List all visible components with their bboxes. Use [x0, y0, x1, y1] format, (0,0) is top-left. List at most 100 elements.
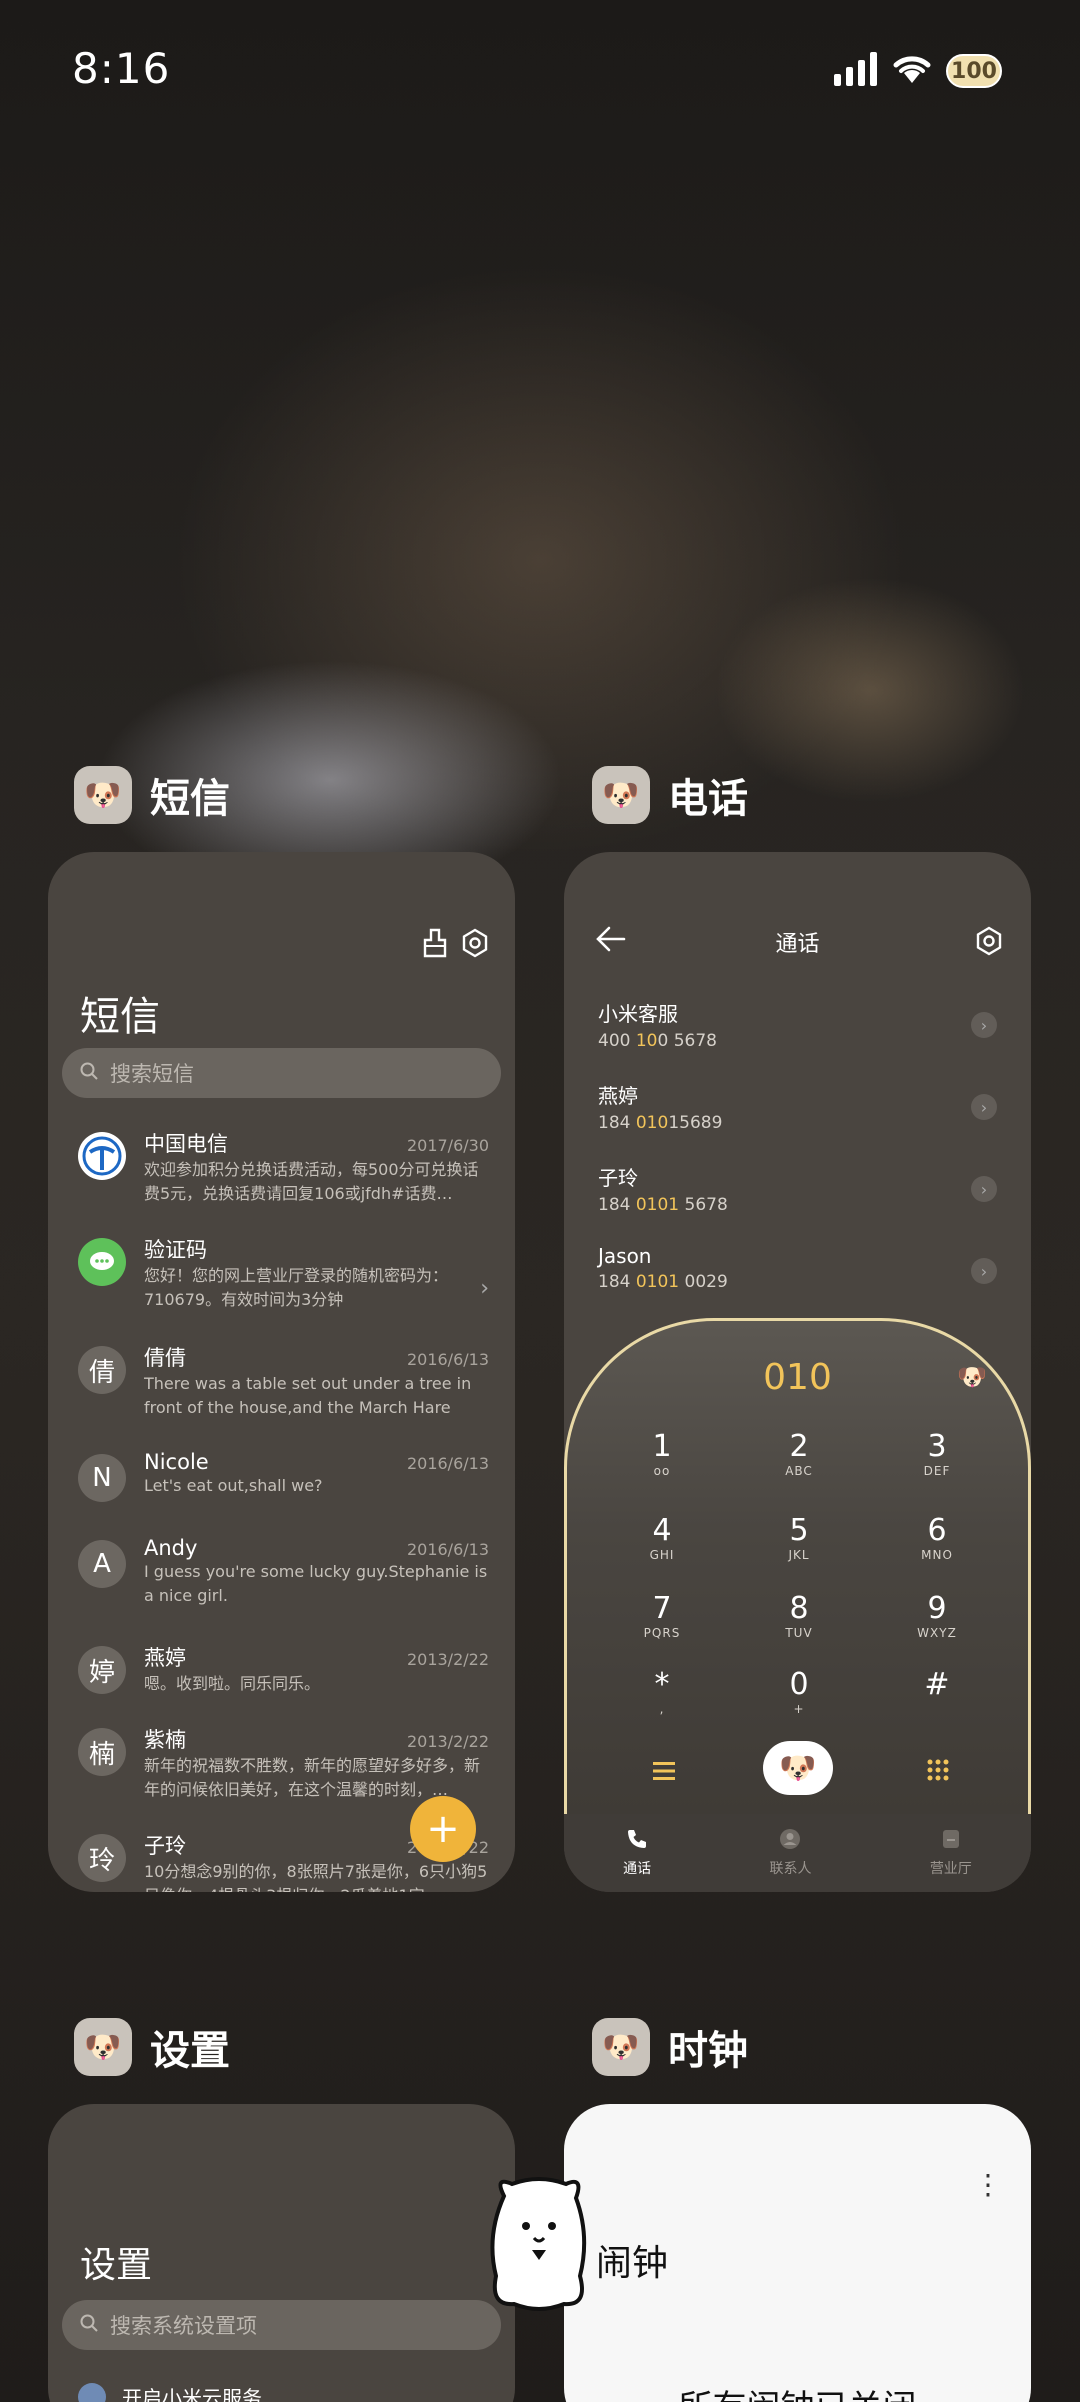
message-sender: 验证码: [144, 1238, 207, 1262]
clock-app-card[interactable]: ⋮ 闹钟 所有闹钟已关闭: [564, 2104, 1031, 2402]
contact-suggestion[interactable]: 小米客服 400 100 5678 ›: [598, 998, 997, 1068]
sms-page-title: 短信: [80, 994, 160, 1040]
clock-app-name: 时钟: [668, 2028, 748, 2074]
message-item[interactable]: 验证码 您好！您的网上营业厅登录的随机密码为：710679。有效时间为3分钟 ›: [78, 1234, 489, 1320]
search-placeholder: 搜索系统设置项: [110, 2314, 257, 2338]
tab-business-hall[interactable]: 营业厅: [930, 1828, 972, 1878]
contact-number: 184 0101 0029: [598, 1272, 728, 1292]
message-date: 2013/2/22: [406, 1732, 489, 1751]
cloud-icon: [78, 2382, 106, 2402]
settings-gear-icon[interactable]: [974, 926, 1004, 960]
contact-number: 400 100 5678: [598, 1031, 717, 1051]
message-date: 2016/6/13: [406, 1454, 489, 1473]
message-sender: 紫楠: [144, 1728, 186, 1752]
search-placeholder: 搜索短信: [110, 1062, 194, 1086]
phone-app-icon: 🐶: [592, 766, 650, 824]
chevron-right-icon: ›: [480, 1275, 489, 1301]
settings-search-input[interactable]: 搜索系统设置项: [62, 2300, 501, 2350]
sms-search-input[interactable]: 搜索短信: [62, 1048, 501, 1098]
contact-suggestion[interactable]: Jason 184 0101 0029 ›: [598, 1244, 997, 1314]
phone-page-title: 通话: [775, 932, 820, 957]
contact-avatar: N: [78, 1454, 126, 1502]
chevron-right-icon[interactable]: ›: [971, 1258, 997, 1284]
contact-avatar: 婷: [78, 1646, 126, 1694]
contact-suggestion[interactable]: 子玲 184 0101 5678 ›: [598, 1162, 997, 1232]
contact-avatar: 玲: [78, 1834, 126, 1882]
message-item[interactable]: 楠 紫楠 2013/2/22 新年的祝福数不胜数，新年的愿望好多好多，新年的问候依…: [78, 1724, 489, 1810]
contact-number: 184 01015689: [598, 1113, 723, 1133]
phone-icon: [626, 1828, 648, 1854]
dial-key-7[interactable]: 7 PQRS: [607, 1591, 717, 1640]
status-time: 8:16: [72, 44, 171, 93]
dog-sticker-icon: 🐶: [957, 1363, 987, 1391]
phone-app-card[interactable]: 通话 小米客服 400 100 5678 › 燕婷 184 01015689 ›…: [564, 852, 1031, 1892]
menu-icon[interactable]: [653, 1761, 675, 1785]
clock-app-header[interactable]: 🐶 时钟: [592, 2018, 748, 2076]
china-telecom-logo-icon: [78, 1132, 126, 1180]
message-item[interactable]: 倩 倩倩 2016/6/13 There was a table set out …: [78, 1342, 489, 1428]
tab-calls[interactable]: 通话: [623, 1828, 651, 1878]
more-options-icon[interactable]: ⋮: [974, 2171, 1002, 2199]
dial-key-8[interactable]: 8 TUV: [744, 1591, 854, 1640]
settings-page-title: 设置: [80, 2245, 153, 2286]
contact-suggestion[interactable]: 燕婷 184 01015689 ›: [598, 1080, 997, 1150]
dial-key-0[interactable]: 0 +: [744, 1667, 854, 1716]
new-message-button[interactable]: +: [410, 1796, 476, 1862]
sms-app-icon: 🐶: [74, 766, 132, 824]
sms-app-card[interactable]: 短信 搜索短信 中国电信 2017/6/30 欢迎参加积分兑换话费活动，每500分…: [48, 852, 515, 1892]
contact-avatar: 倩: [78, 1346, 126, 1394]
message-item[interactable]: A Andy 2016/6/13 I guess you're some luck…: [78, 1536, 489, 1622]
chevron-right-icon[interactable]: ›: [971, 1012, 997, 1038]
dial-key-3[interactable]: 3 DEF: [882, 1429, 992, 1478]
clock-page-title: 闹钟: [596, 2243, 669, 2284]
call-button[interactable]: 🐶: [763, 1741, 833, 1795]
settings-gear-icon[interactable]: [458, 926, 492, 960]
battery-icon: 100: [946, 54, 1002, 88]
message-item[interactable]: 婷 燕婷 2013/2/22 嗯。收到啦。同乐同乐。: [78, 1642, 489, 1728]
contact-name: 小米客服: [598, 1002, 678, 1026]
message-preview: I guess you're some lucky guy.Stephanie …: [144, 1562, 488, 1605]
message-sender: 中国电信: [144, 1132, 228, 1156]
message-preview: 嗯。收到啦。同乐同乐。: [144, 1674, 321, 1693]
dial-key-2[interactable]: 2 ABC: [744, 1429, 854, 1478]
chevron-right-icon[interactable]: ›: [971, 1094, 997, 1120]
message-preview: Let's eat out,shall we?: [144, 1476, 323, 1495]
clean-icon[interactable]: [418, 926, 452, 960]
message-sender: Nicole: [144, 1450, 209, 1474]
dial-key-1[interactable]: 1 oo: [607, 1429, 717, 1478]
message-sender: 燕婷: [144, 1646, 186, 1670]
keypad-icon[interactable]: [927, 1759, 949, 1785]
dial-key-6[interactable]: 6 MNO: [882, 1513, 992, 1562]
message-preview: There was a table set out under a tree i…: [144, 1374, 472, 1417]
dial-key-star[interactable]: *,: [607, 1667, 717, 1716]
contact-name: 燕婷: [598, 1084, 638, 1108]
search-icon: [80, 2313, 98, 2337]
settings-app-card[interactable]: 设置 搜索系统设置项 开启小米云服务: [48, 2104, 515, 2402]
dial-key-9[interactable]: 9 WXYZ: [882, 1591, 992, 1640]
message-item[interactable]: 中国电信 2017/6/30 欢迎参加积分兑换话费活动，每500分可兑换话费5元，…: [78, 1128, 489, 1214]
dog-sticker-icon: [484, 2176, 594, 2316]
dial-key-5[interactable]: 5 JKL: [744, 1513, 854, 1562]
dial-key-4[interactable]: 4 GHI: [607, 1513, 717, 1562]
message-date: 2013/2/22: [406, 1650, 489, 1669]
phone-tab-bar: 通话 联系人 营业厅: [564, 1814, 1031, 1892]
chevron-right-icon[interactable]: ›: [971, 1176, 997, 1202]
search-icon: [80, 1061, 98, 1085]
dial-key-hash[interactable]: #: [882, 1667, 992, 1702]
message-preview: 您好！您的网上营业厅登录的随机密码为：710679。有效时间为3分钟: [144, 1266, 449, 1309]
contact-avatar: A: [78, 1540, 126, 1588]
phone-app-name: 电话: [668, 776, 748, 822]
settings-app-header[interactable]: 🐶 设置: [74, 2018, 230, 2076]
sms-app-header[interactable]: 🐶 短信: [74, 766, 230, 824]
phone-app-header[interactable]: 🐶 电话: [592, 766, 748, 824]
message-preview: 10分想念9别的你，8张照片7张是你，6只小狗5只像你，4根骨头3根归你，2瓜着…: [144, 1862, 488, 1892]
contact-name: Jason: [598, 1244, 652, 1268]
message-item[interactable]: N Nicole 2016/6/13 Let's eat out,shall we…: [78, 1450, 489, 1536]
settings-item-cloud[interactable]: 开启小米云服务: [78, 2382, 262, 2402]
signal-icon: [834, 52, 878, 90]
tab-contacts[interactable]: 联系人: [769, 1828, 811, 1878]
message-sender: Andy: [144, 1536, 198, 1560]
dialpad: 010 🐶 1 oo 2 ABC 3 DEF 4 GHI 5 JKL 6 MNO 7 PQRS…: [564, 1318, 1031, 1838]
sms-app-name: 短信: [150, 776, 230, 822]
settings-item-label: 开启小米云服务: [122, 2386, 262, 2402]
